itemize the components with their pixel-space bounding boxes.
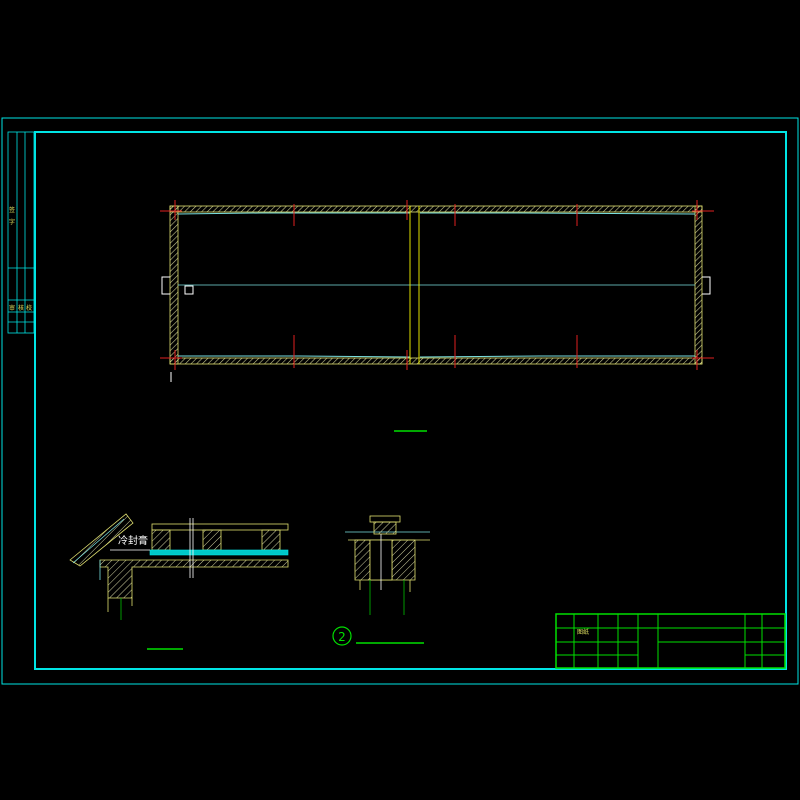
titleblock-cell-text: 图纸 [577, 628, 589, 636]
wall-right [694, 205, 703, 365]
wall-left [169, 205, 179, 365]
strip-label: 签 [9, 206, 15, 214]
strip-label: 审 [9, 304, 15, 312]
wall-top [169, 205, 703, 213]
sealant-label: 冷封膏 [118, 534, 148, 547]
strip-label: 字 [9, 218, 15, 226]
cad-drawing-canvas: 签 字 审 核 校 冷封膏 2 图纸 [0, 0, 800, 800]
callout-number: 2 [338, 630, 346, 644]
wall-bottom [169, 357, 703, 365]
strip-label: 核 [18, 304, 24, 312]
strip-label: 校 [26, 304, 32, 312]
